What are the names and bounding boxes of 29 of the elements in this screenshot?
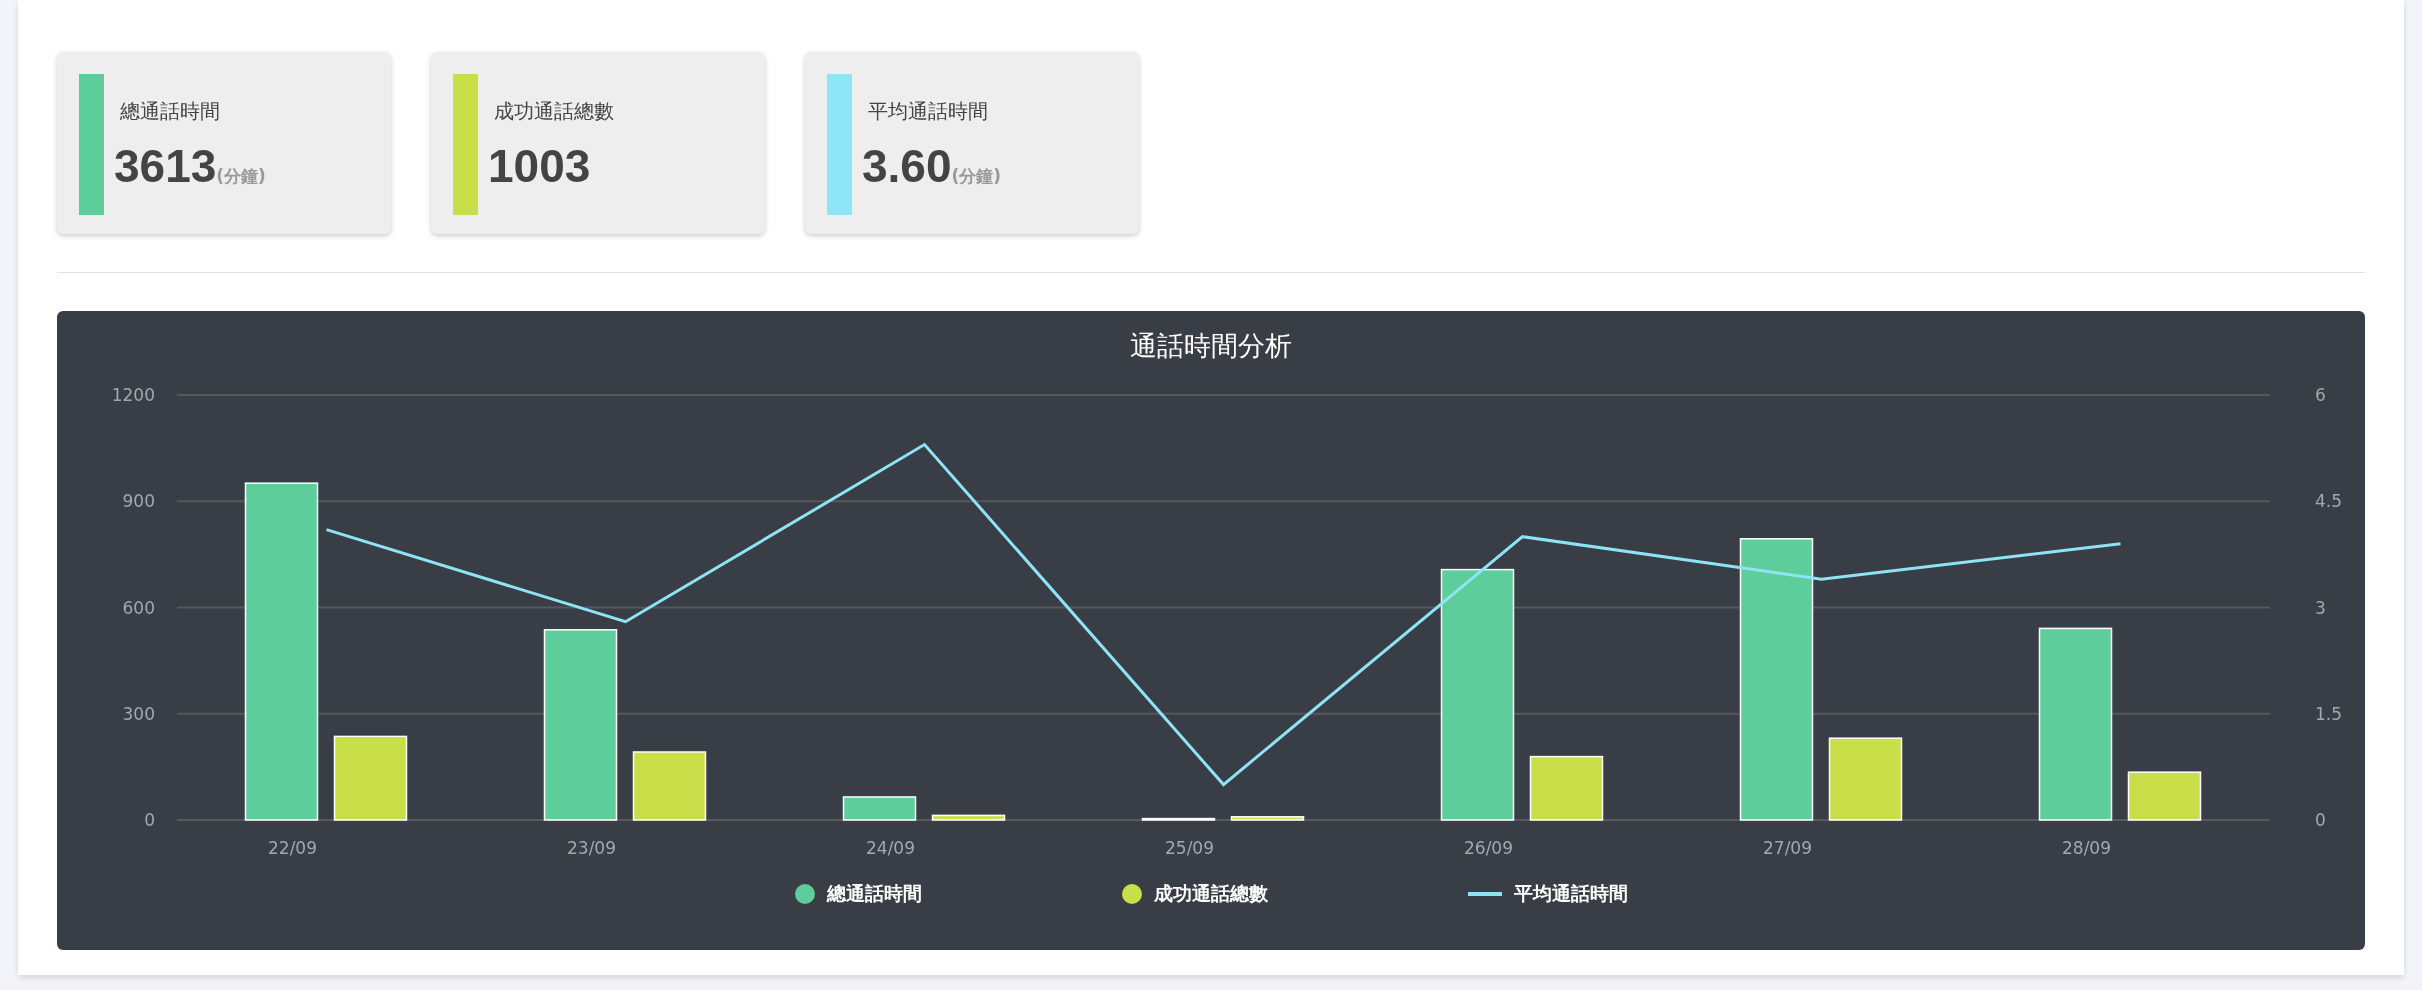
stat-unit: (分鐘)	[216, 165, 266, 188]
stat-value: 3613	[114, 139, 217, 193]
axis-label: 1.5	[2315, 703, 2343, 724]
axis-label: 24/09	[866, 838, 915, 858]
axis-label: 0	[144, 810, 155, 830]
legend-label[interactable]: 平均通話時間	[1513, 881, 1628, 907]
stat-value: 1003	[488, 139, 591, 193]
chart-title: 通話時間分析	[1130, 329, 1292, 363]
axis-label: 6	[2315, 385, 2326, 405]
axis-label: 900	[122, 491, 155, 512]
stat-value: 3.60	[862, 139, 952, 193]
legend-label[interactable]: 總通話時間	[826, 881, 922, 907]
axis-label: 26/09	[1464, 838, 1513, 858]
axis-label: 27/09	[1763, 838, 1812, 858]
axis-label: 300	[122, 703, 155, 724]
axis-label: 1200	[111, 385, 155, 405]
stat-unit: (分鐘)	[951, 165, 1002, 188]
axis-label: 28/09	[2062, 838, 2111, 858]
axis-label: 25/09	[1165, 838, 1214, 858]
axis-label: 22/09	[268, 838, 317, 858]
stat-label: 成功通話總數	[494, 98, 614, 125]
legend-label[interactable]: 成功通話總數	[1153, 881, 1268, 907]
axis-label: 600	[122, 597, 155, 618]
axis-label: 23/09	[567, 838, 616, 858]
axis-label: 3	[2315, 597, 2326, 618]
axis-label: 4.5	[2315, 491, 2343, 512]
axis-label: 0	[2315, 810, 2326, 830]
stat-label: 平均通話時間	[868, 98, 989, 125]
stat-label: 總通話時間	[120, 98, 221, 125]
